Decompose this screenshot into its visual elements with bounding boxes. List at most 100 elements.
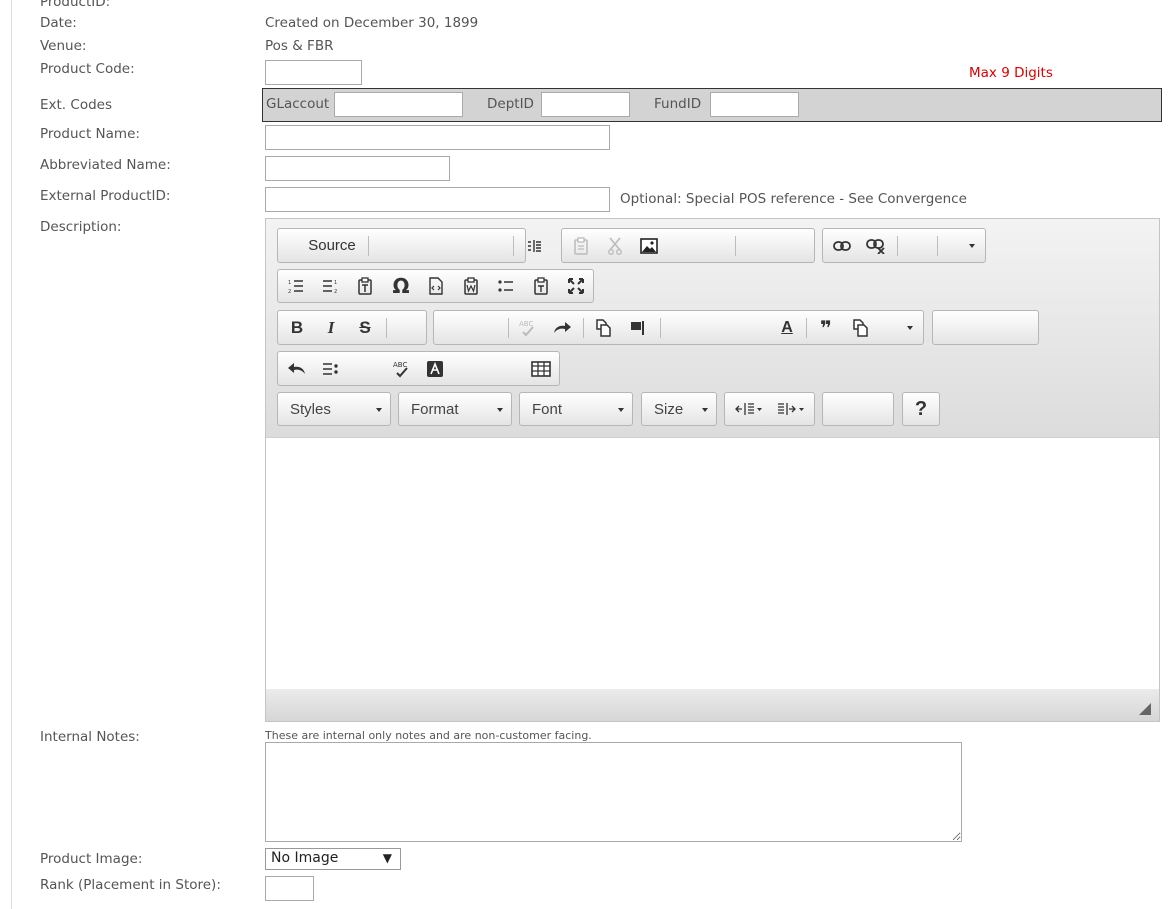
- strikethrough-button[interactable]: S: [350, 311, 380, 344]
- chevron-down-icon: [618, 408, 624, 412]
- copy-button[interactable]: [588, 311, 618, 344]
- toolbar-group-links: [822, 228, 986, 263]
- increase-indent-dropdown[interactable]: [773, 393, 809, 425]
- product-image-selected: No Image: [271, 850, 339, 866]
- embed-button[interactable]: [422, 270, 450, 302]
- venue-label: Venue:: [40, 38, 87, 54]
- product-name-label: Product Name:: [40, 126, 140, 142]
- size-dropdown[interactable]: Size: [641, 392, 717, 426]
- toolbar-group-blank: [822, 392, 894, 426]
- glaccount-input[interactable]: [334, 92, 463, 117]
- image-button[interactable]: [634, 229, 664, 262]
- copy-icon: [596, 318, 611, 337]
- svg-text:ABC: ABC: [393, 361, 407, 369]
- svg-text:2: 2: [334, 289, 337, 294]
- copy-format-icon: [853, 318, 868, 337]
- format-dropdown-label: Format: [411, 401, 459, 418]
- spellcheck-disabled-button[interactable]: ABC: [512, 311, 542, 344]
- cut-button[interactable]: [600, 229, 630, 262]
- spellcheck-icon: ABC: [393, 361, 408, 377]
- external-productid-input[interactable]: [265, 187, 610, 212]
- paste-text-icon: [358, 277, 372, 295]
- toolbar-group-misc: ABC: [277, 351, 560, 386]
- unlink-button[interactable]: [861, 229, 891, 262]
- productid-label: ProductID:: [40, 0, 111, 10]
- numbered-list-rtl-button[interactable]: 12: [316, 270, 344, 302]
- code-file-icon: [429, 277, 443, 295]
- link-button[interactable]: [827, 229, 857, 262]
- product-code-input[interactable]: [265, 60, 362, 85]
- styles-dropdown[interactable]: Styles: [277, 392, 391, 426]
- paste-button[interactable]: [566, 229, 596, 262]
- toolbar-separator: [897, 236, 898, 256]
- table-icon: [531, 360, 551, 377]
- product-code-hint: Max 9 Digits: [969, 65, 1053, 81]
- toolbar-separator: [583, 318, 584, 338]
- font-dropdown-label: Font: [532, 401, 563, 418]
- deptid-input[interactable]: [541, 92, 630, 117]
- bulleted-list-icon: [498, 280, 513, 292]
- dropdown-arrow-icon: ▼: [382, 851, 392, 865]
- special-char-button[interactable]: Ω: [387, 270, 415, 302]
- paste-text-button[interactable]: [351, 270, 379, 302]
- editor-content-area[interactable]: [266, 437, 1159, 690]
- paste-from-text-button[interactable]: [527, 270, 555, 302]
- toolbar-group-basicstyles: B I S: [277, 310, 427, 345]
- decrease-indent-dropdown[interactable]: [731, 393, 767, 425]
- select-all-button[interactable]: [420, 352, 450, 385]
- undo-button[interactable]: [282, 352, 312, 385]
- paste-word-button[interactable]: [457, 270, 485, 302]
- maximize-button[interactable]: [562, 270, 590, 302]
- source-button[interactable]: Source: [292, 229, 372, 262]
- clipboard-icon: [574, 236, 588, 255]
- indent-list-icon: [528, 239, 541, 252]
- rank-input[interactable]: [265, 876, 314, 901]
- link-icon: [833, 240, 851, 251]
- rank-label: Rank (Placement in Store):: [40, 877, 221, 893]
- spellcheck-button[interactable]: ABC: [386, 352, 416, 385]
- product-image-select[interactable]: No Image ▼: [265, 848, 401, 870]
- numbered-list-icon: 12: [288, 280, 303, 294]
- toolbar-group-clipboard: [561, 228, 815, 263]
- internal-notes-hint: These are internal only notes and are no…: [265, 729, 592, 742]
- abbreviated-name-input[interactable]: [265, 156, 450, 181]
- font-dropdown[interactable]: Font: [519, 392, 633, 426]
- internal-notes-label: Internal Notes:: [40, 729, 140, 745]
- toolbar-separator: [508, 318, 509, 338]
- svg-text:1: 1: [334, 280, 337, 286]
- internal-notes-textarea[interactable]: [265, 742, 962, 842]
- chevron-down-icon: [702, 408, 708, 412]
- abbreviated-name-label: Abbreviated Name:: [40, 157, 171, 173]
- external-productid-label: External ProductID:: [40, 188, 171, 204]
- glaccount-label: GLaccout: [266, 96, 330, 112]
- help-button[interactable]: ?: [903, 393, 939, 425]
- numbered-list-button[interactable]: 12: [282, 270, 310, 302]
- bold-button[interactable]: B: [282, 311, 312, 344]
- product-name-input[interactable]: [265, 125, 610, 150]
- fundid-label: FundID: [654, 96, 702, 112]
- fundid-input[interactable]: [710, 92, 799, 117]
- resize-handle-icon[interactable]: [1139, 703, 1151, 715]
- paste-special-button[interactable]: [845, 311, 875, 344]
- ext-codes-panel: GLaccout DeptID FundID: [262, 88, 1162, 122]
- format-dropdown[interactable]: Format: [398, 392, 512, 426]
- table-button[interactable]: [526, 352, 556, 385]
- toolbar-group-indent: [724, 392, 815, 426]
- redo-button[interactable]: [547, 311, 577, 344]
- select-all-icon: [427, 360, 443, 377]
- image-icon: [640, 237, 658, 254]
- toolbar-separator: [368, 236, 369, 256]
- outdent-list-button[interactable]: [316, 352, 346, 385]
- chevron-down-icon: [497, 408, 503, 412]
- templates-button[interactable]: [521, 229, 547, 262]
- text-color-button[interactable]: A: [772, 311, 802, 344]
- bulleted-list-button[interactable]: [492, 270, 520, 302]
- editing-dropdown-button[interactable]: [900, 311, 920, 344]
- flag-icon: [631, 320, 644, 335]
- svg-text:2: 2: [288, 289, 291, 294]
- blockquote-button[interactable]: ❞: [811, 311, 841, 344]
- anchor-button[interactable]: [623, 311, 653, 344]
- italic-button[interactable]: I: [316, 311, 346, 344]
- more-dropdown-button[interactable]: [961, 229, 983, 262]
- toolbar-group-editing: ABC A ❞: [433, 310, 924, 345]
